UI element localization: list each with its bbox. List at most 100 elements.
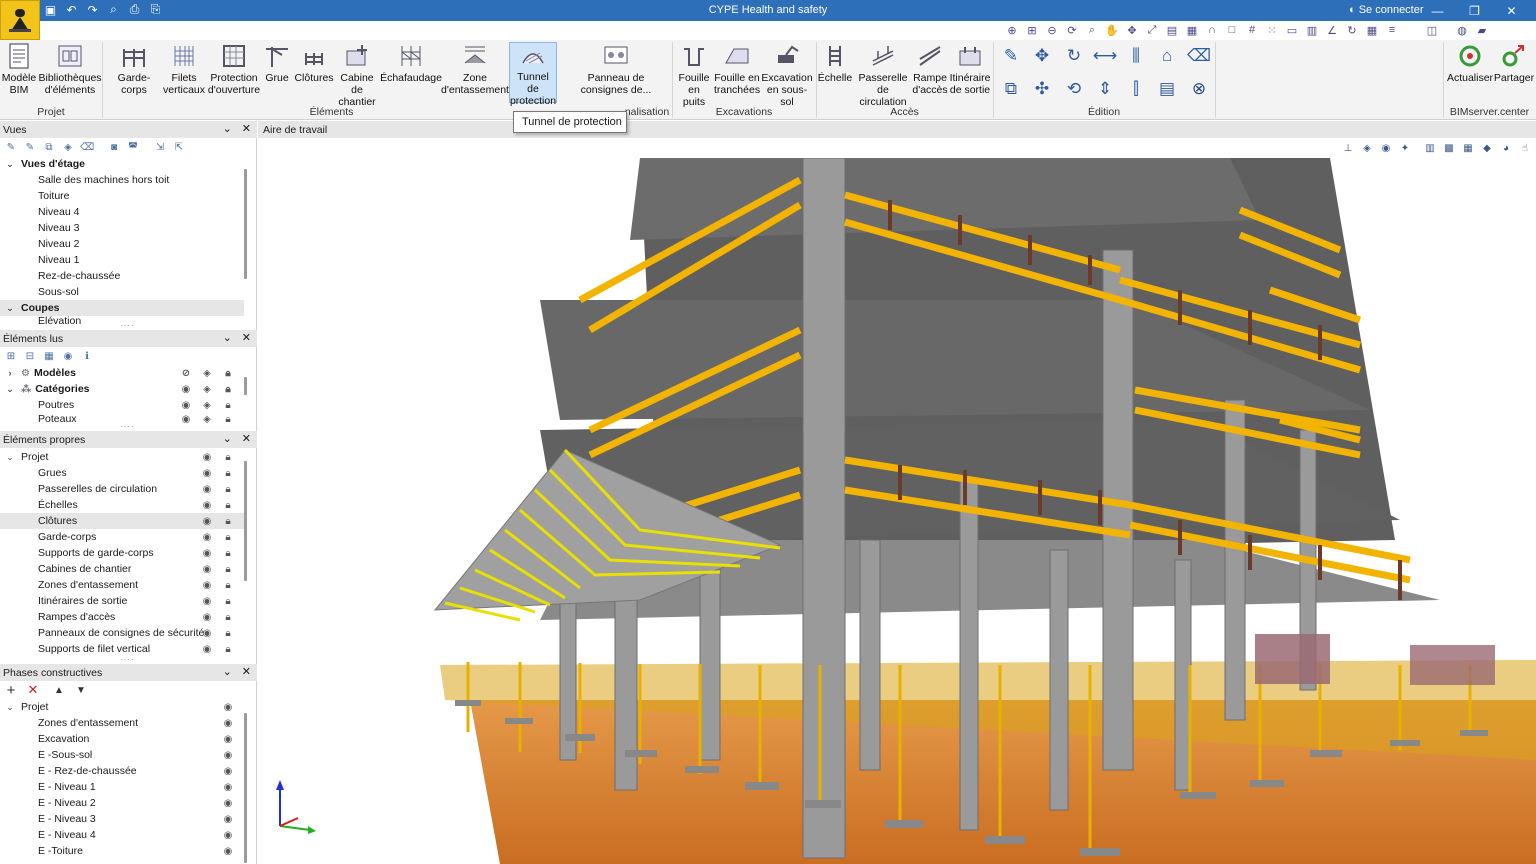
delete-icon[interactable]: ⊗ — [1187, 77, 1211, 101]
lock-icon[interactable]: 🔒︎ — [222, 451, 234, 463]
move-down-icon[interactable]: ▼ — [74, 683, 88, 697]
tree-node-modeles[interactable]: › ⚙ Modèles ⊘ ◈ 🔒︎ — [0, 365, 244, 381]
scrollbar[interactable] — [244, 169, 247, 279]
collapse-icon[interactable]: ⌄ — [223, 122, 232, 135]
list-item[interactable]: Échelles ◉ 🔒︎ — [0, 497, 244, 513]
list-item[interactable]: Niveau 4 — [0, 204, 244, 220]
lock-icon[interactable]: 🔒︎ — [222, 595, 234, 607]
eye-icon[interactable]: ◉ — [201, 531, 213, 543]
lock-icon[interactable]: 🔒︎ — [222, 499, 234, 511]
hierarchy-icon[interactable]: ⊞ — [4, 349, 18, 363]
eye-icon[interactable]: ◉ — [222, 797, 234, 809]
list-item[interactable]: Niveau 3 — [0, 220, 244, 236]
passerelle-button[interactable]: Passerelle de circulation — [854, 42, 912, 108]
lock-icon[interactable]: 🔒︎ — [222, 643, 234, 655]
zone-entassement-button[interactable]: Zone d'entassement — [441, 42, 509, 96]
eye-icon[interactable]: ◉ — [201, 627, 213, 639]
close-button[interactable]: ✕ — [1493, 0, 1530, 21]
new-view-icon[interactable]: ✎ — [4, 140, 18, 154]
cube-icon[interactable]: ◈ — [1360, 141, 1374, 155]
panneau-consignes-button[interactable]: Panneau de consignes de... — [578, 42, 654, 96]
list-item[interactable]: Zones d'entassement ◉ — [0, 715, 244, 731]
eye-icon[interactable]: ◉ — [222, 733, 234, 745]
close-icon[interactable]: ✕ — [242, 122, 251, 135]
layers-icon[interactable]: ▥ — [1304, 22, 1320, 38]
list-item[interactable]: E - Rez-de-chaussée ◉ — [0, 763, 244, 779]
bibliotheques-button[interactable]: Bibliothèques d'éléments — [38, 42, 102, 96]
eye-hidden-icon[interactable]: ⊘ — [180, 367, 192, 379]
stretch-icon[interactable]: ⇕ — [1093, 77, 1117, 101]
copy-icon[interactable]: ⧉ — [999, 77, 1023, 101]
chevron-down-icon[interactable]: ⌄ — [3, 159, 17, 170]
chevron-down-icon[interactable]: ⌄ — [3, 452, 17, 463]
list-icon[interactable]: ≡ — [1384, 22, 1400, 38]
zoom-icon[interactable]: ⌕ — [1084, 22, 1100, 38]
align-icon[interactable]: ⫿ — [1124, 77, 1148, 101]
list-item[interactable]: E - Niveau 3 ◉ — [0, 811, 244, 827]
grue-button[interactable]: Grue — [264, 42, 290, 84]
tree-node-projet[interactable]: ⌄ Projet ◉ 🔒︎ — [0, 449, 244, 465]
fouille-tranchees-button[interactable]: Fouille en tranchées — [714, 42, 760, 96]
eye-icon[interactable]: ◉ — [201, 547, 213, 559]
tree-node-categories[interactable]: ⌄ ⁂ Catégories ◉ ◈ 🔒︎ — [0, 381, 244, 397]
scrollbar[interactable] — [244, 713, 247, 863]
delete-view-icon[interactable]: ⌫ — [80, 140, 94, 154]
hand-icon[interactable]: ☝ — [1518, 141, 1532, 155]
eye-icon[interactable]: ◉ — [222, 829, 234, 841]
list-item[interactable]: Sous-sol — [0, 284, 244, 300]
rotate-icon[interactable]: ↻ — [1062, 44, 1086, 68]
visibility-icon[interactable]: ◈ — [201, 383, 213, 395]
eye-icon[interactable]: ◉ — [222, 765, 234, 777]
layers-icon[interactable]: ◆ — [1480, 141, 1494, 155]
list-item-selected[interactable]: Clôtures ◉ 🔒︎ — [0, 513, 244, 529]
move-arrows-icon[interactable]: ✣ — [1030, 77, 1054, 101]
measure-icon[interactable]: ▭ — [1284, 22, 1300, 38]
eye-icon[interactable]: ◉ — [201, 563, 213, 575]
list-item[interactable]: E - Niveau 1 ◉ — [0, 779, 244, 795]
lock-icon[interactable]: 🔒︎ — [222, 563, 234, 575]
itineraire-button[interactable]: Itinéraire de sortie — [949, 42, 991, 96]
calc-icon[interactable]: ▦ — [1364, 22, 1380, 38]
close-icon[interactable]: ✕ — [242, 331, 251, 344]
grid-icon[interactable]: # — [1244, 22, 1260, 38]
rotate-icon[interactable]: ↻ — [1344, 22, 1360, 38]
orbit-icon[interactable]: ⟳ — [1064, 22, 1080, 38]
echelle-button[interactable]: Échelle — [818, 42, 852, 84]
list-item[interactable]: Cabines de chantier ◉ 🔒︎ — [0, 561, 244, 577]
camera-list-icon[interactable]: ◚ — [126, 140, 140, 154]
copy-view-icon[interactable]: ⧉ — [42, 140, 56, 154]
visibility-icon[interactable]: ◈ — [201, 399, 213, 411]
export-icon[interactable]: ⇱ — [172, 140, 186, 154]
list-item[interactable]: Rez-de-chaussée — [0, 268, 244, 284]
frame-icon[interactable]: □ — [1224, 22, 1240, 38]
add-icon[interactable]: + — [4, 682, 18, 699]
render-icon[interactable]: ◉ — [1379, 141, 1393, 155]
partager-button[interactable]: Partager — [1494, 42, 1534, 84]
eraser-icon[interactable]: ⌫ — [1187, 44, 1211, 68]
list-item[interactable]: Zones d'entassement ◉ 🔒︎ — [0, 577, 244, 593]
eye-icon[interactable]: ◉ — [201, 483, 213, 495]
list-item[interactable]: Rampes d'accès ◉ 🔒︎ — [0, 609, 244, 625]
move-icon[interactable]: ✥ — [1030, 44, 1054, 68]
redo-icon[interactable]: ↷ — [85, 2, 100, 17]
lock-icon[interactable]: 🔒︎ — [222, 611, 234, 623]
list-item[interactable]: Itinéraires de sortie ◉ 🔒︎ — [0, 593, 244, 609]
actualiser-button[interactable]: Actualiser — [1447, 42, 1493, 84]
list-item[interactable]: Grues ◉ 🔒︎ — [0, 465, 244, 481]
axes-icon[interactable]: ⊥ — [1341, 141, 1355, 155]
app-logo[interactable] — [0, 0, 40, 40]
lock-icon[interactable]: 🔒︎ — [222, 627, 234, 639]
eye-icon[interactable]: ◉ — [180, 413, 192, 425]
capture-icon[interactable]: ▤ — [1164, 22, 1180, 38]
zoom-previous-icon[interactable]: ⊖ — [1044, 22, 1060, 38]
list-item[interactable]: Toiture — [0, 188, 244, 204]
eye-icon[interactable]: ◉ — [201, 467, 213, 479]
splitter-grip[interactable]: ···· — [120, 655, 135, 664]
grid-view-icon[interactable]: ▦ — [1461, 141, 1475, 155]
lock-icon[interactable]: 🔒︎ — [222, 547, 234, 559]
eye-icon[interactable]: ◉ — [180, 383, 192, 395]
lock-icon[interactable]: 🔒︎ — [222, 413, 234, 425]
globe-icon[interactable]: ◍ — [1454, 22, 1470, 38]
search-icon[interactable]: ⌕ — [106, 2, 121, 17]
save-icon[interactable]: ▣ — [43, 2, 58, 17]
